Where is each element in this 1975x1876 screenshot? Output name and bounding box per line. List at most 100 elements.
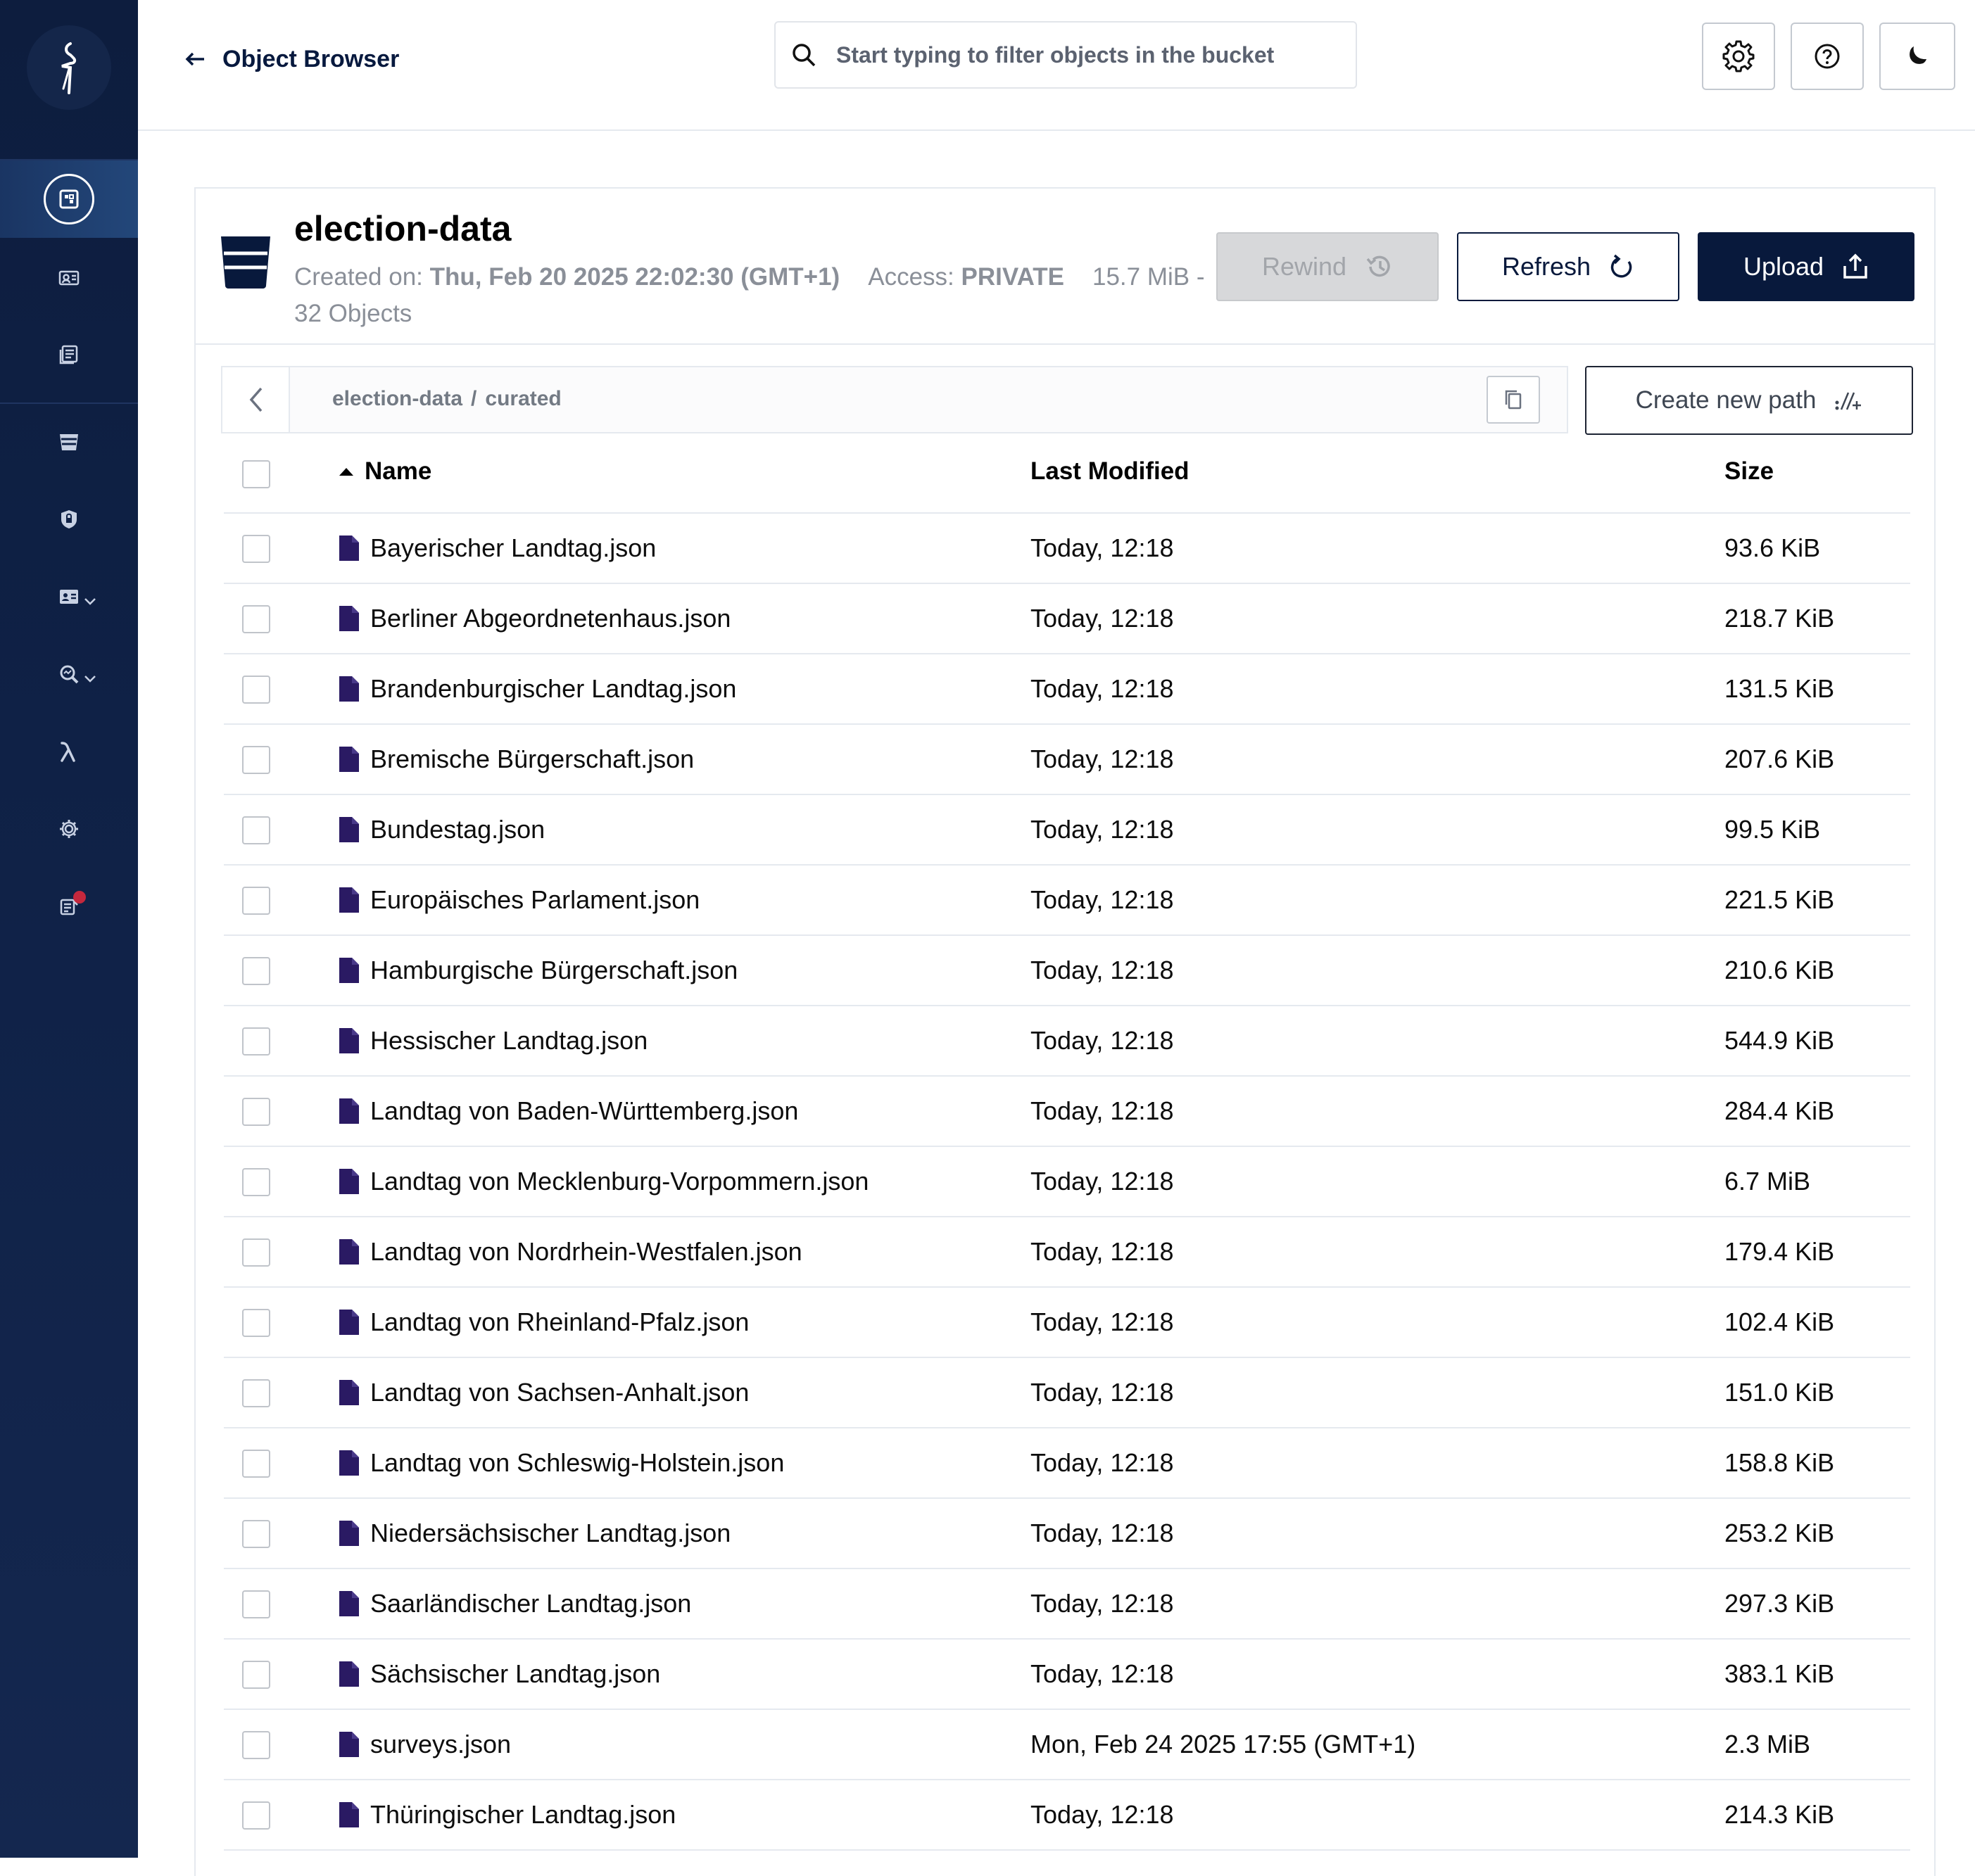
row-checkbox[interactable] (242, 676, 270, 704)
table-row[interactable]: Bremische Bürgerschaft.json Today, 12:18 2… (224, 725, 1910, 795)
rewind-button[interactable]: Rewind (1216, 232, 1439, 301)
table-row[interactable]: surveys.json Mon, Feb 24 2025 17:55 (GMT+… (224, 1710, 1910, 1780)
object-name-cell[interactable]: Landtag von Rheinland-Pfalz.json (338, 1307, 749, 1337)
table-row[interactable]: Landtag von Mecklenburg-Vorpommern.json T… (224, 1147, 1910, 1217)
table-row[interactable]: Thüringischer Landtag.json Today, 12:18 21… (224, 1780, 1910, 1851)
rewind-label: Rewind (1261, 252, 1347, 281)
search-box[interactable] (774, 21, 1357, 89)
table-row[interactable]: Landtag von Schleswig-Holstein.json Today… (224, 1428, 1910, 1499)
create-new-path-button[interactable]: Create new path (1585, 366, 1913, 435)
table-row[interactable]: Brandenburgischer Landtag.json Today, 12:… (224, 654, 1910, 725)
copy-path-button[interactable] (1487, 376, 1540, 424)
row-checkbox[interactable] (242, 816, 270, 844)
configuration-icon (60, 820, 78, 838)
sidebar-item-buckets[interactable] (0, 421, 138, 463)
table-row[interactable]: Landtag von Rheinland-Pfalz.json Today, 1… (224, 1288, 1910, 1358)
table-row[interactable]: Saarländischer Landtag.json Today, 12:18 2… (224, 1569, 1910, 1640)
object-name-cell[interactable]: Brandenburgischer Landtag.json (338, 674, 736, 704)
refresh-button[interactable]: Refresh (1457, 232, 1679, 301)
access-value: PRIVATE (961, 263, 1065, 291)
object-name: Brandenburgischer Landtag.json (370, 674, 737, 703)
object-name-cell[interactable]: Saarländischer Landtag.json (338, 1589, 691, 1618)
object-name-cell[interactable]: Niedersächsischer Landtag.json (338, 1519, 731, 1548)
sidebar-item-configuration[interactable] (0, 808, 138, 850)
object-name-cell[interactable]: Landtag von Nordrhein-Westfalen.json (338, 1237, 802, 1267)
sidebar-item-license[interactable] (0, 885, 138, 927)
table-row[interactable]: Bundestag.json Today, 12:18 99.5 KiB (224, 795, 1910, 866)
help-button[interactable] (1791, 23, 1864, 90)
row-checkbox[interactable] (242, 1238, 270, 1267)
table-row[interactable]: Sächsischer Landtag.json Today, 12:18 383.… (224, 1640, 1910, 1710)
row-checkbox[interactable] (242, 1590, 270, 1618)
row-checkbox[interactable] (242, 1520, 270, 1548)
column-header-last-modified[interactable]: Last Modified (1030, 457, 1190, 486)
object-name-cell[interactable]: Bremische Bürgerschaft.json (338, 744, 694, 774)
object-name-cell[interactable]: Hessischer Landtag.json (338, 1026, 648, 1056)
row-checkbox[interactable] (242, 746, 270, 774)
created-label: Created on: (294, 263, 423, 291)
object-name-cell[interactable]: Landtag von Schleswig-Holstein.json (338, 1448, 784, 1478)
sidebar-item-policies[interactable] (0, 498, 138, 540)
object-name-cell[interactable]: Berliner Abgeordnetenhaus.json (338, 604, 731, 633)
row-checkbox[interactable] (242, 605, 270, 633)
row-checkbox[interactable] (242, 1661, 270, 1689)
refresh-label: Refresh (1501, 252, 1591, 281)
file-icon (339, 1098, 359, 1124)
object-name-cell[interactable]: Landtag von Mecklenburg-Vorpommern.json (338, 1167, 869, 1196)
settings-button[interactable] (1702, 23, 1775, 90)
table-row[interactable]: Niedersächsischer Landtag.json Today, 12:… (224, 1499, 1910, 1569)
row-checkbox[interactable] (242, 1168, 270, 1196)
sidebar-item-access-keys[interactable] (0, 256, 138, 298)
back-to-object-browser[interactable]: Object Browser (184, 41, 399, 77)
table-row[interactable]: Landtag von Baden-Württemberg.json Today,… (224, 1077, 1910, 1147)
table-row[interactable]: Hamburgische Bürgerschaft.json Today, 12:… (224, 936, 1910, 1006)
breadcrumb-back-button[interactable] (222, 367, 290, 432)
sidebar-item-events[interactable] (0, 730, 138, 773)
table-row[interactable]: Europäisches Parlament.json Today, 12:18 2… (224, 866, 1910, 936)
sidebar-item-identity[interactable] (0, 576, 138, 618)
table-row[interactable]: Bayerischer Landtag.json Today, 12:18 93.6… (224, 514, 1910, 584)
sidebar-item-documentation[interactable] (0, 334, 138, 376)
row-checkbox[interactable] (242, 887, 270, 915)
row-checkbox[interactable] (242, 535, 270, 563)
table-row[interactable]: Hessischer Landtag.json Today, 12:18 544.9… (224, 1006, 1910, 1077)
sidebar-item-monitoring[interactable] (0, 653, 138, 695)
table-row[interactable]: Berliner Abgeordnetenhaus.json Today, 12:… (224, 584, 1910, 654)
row-checkbox[interactable] (242, 1801, 270, 1830)
row-checkbox[interactable] (242, 1098, 270, 1126)
upload-button[interactable]: Upload (1698, 232, 1914, 301)
access-keys-icon (58, 270, 80, 286)
table-row[interactable]: Landtag von Nordrhein-Westfalen.json Toda… (224, 1217, 1910, 1288)
top-bar: Object Browser (138, 0, 1975, 131)
object-name-cell[interactable]: Sächsischer Landtag.json (338, 1659, 660, 1689)
row-checkbox[interactable] (242, 1027, 270, 1056)
object-name-cell[interactable]: Europäisches Parlament.json (338, 885, 700, 915)
row-checkbox[interactable] (242, 1379, 270, 1407)
column-header-size[interactable]: Size (1724, 457, 1774, 486)
row-checkbox[interactable] (242, 1450, 270, 1478)
object-name: Landtag von Sachsen-Anhalt.json (370, 1378, 750, 1407)
row-checkbox[interactable] (242, 957, 270, 985)
file-icon (339, 1661, 359, 1687)
object-size: 2.3 MiB (1724, 1730, 1811, 1758)
object-name-cell[interactable]: Bundestag.json (338, 815, 545, 844)
object-name-cell[interactable]: Landtag von Baden-Württemberg.json (338, 1096, 798, 1126)
select-all-checkbox[interactable] (242, 460, 270, 488)
object-name-cell[interactable]: Thüringischer Landtag.json (338, 1800, 676, 1830)
object-last-modified: Today, 12:18 (1030, 1659, 1174, 1688)
minio-logo-icon[interactable] (27, 25, 111, 110)
object-size: 383.1 KiB (1724, 1659, 1835, 1688)
object-name-cell[interactable]: Landtag von Sachsen-Anhalt.json (338, 1378, 749, 1407)
search-input[interactable] (836, 42, 1329, 68)
object-name-cell[interactable]: Bayerischer Landtag.json (338, 533, 656, 563)
dark-mode-toggle[interactable] (1879, 23, 1955, 90)
object-name-cell[interactable]: Hamburgische Bürgerschaft.json (338, 956, 738, 985)
sidebar-item-object-browser[interactable] (0, 174, 138, 224)
row-checkbox[interactable] (242, 1309, 270, 1337)
object-name-cell[interactable]: surveys.json (338, 1730, 511, 1759)
row-checkbox[interactable] (242, 1731, 270, 1759)
table-row[interactable]: Landtag von Sachsen-Anhalt.json Today, 12… (224, 1358, 1910, 1428)
breadcrumb-folder[interactable]: curated (485, 387, 561, 410)
breadcrumb-bucket[interactable]: election-data (332, 387, 462, 410)
column-header-name[interactable]: Name (338, 457, 431, 486)
